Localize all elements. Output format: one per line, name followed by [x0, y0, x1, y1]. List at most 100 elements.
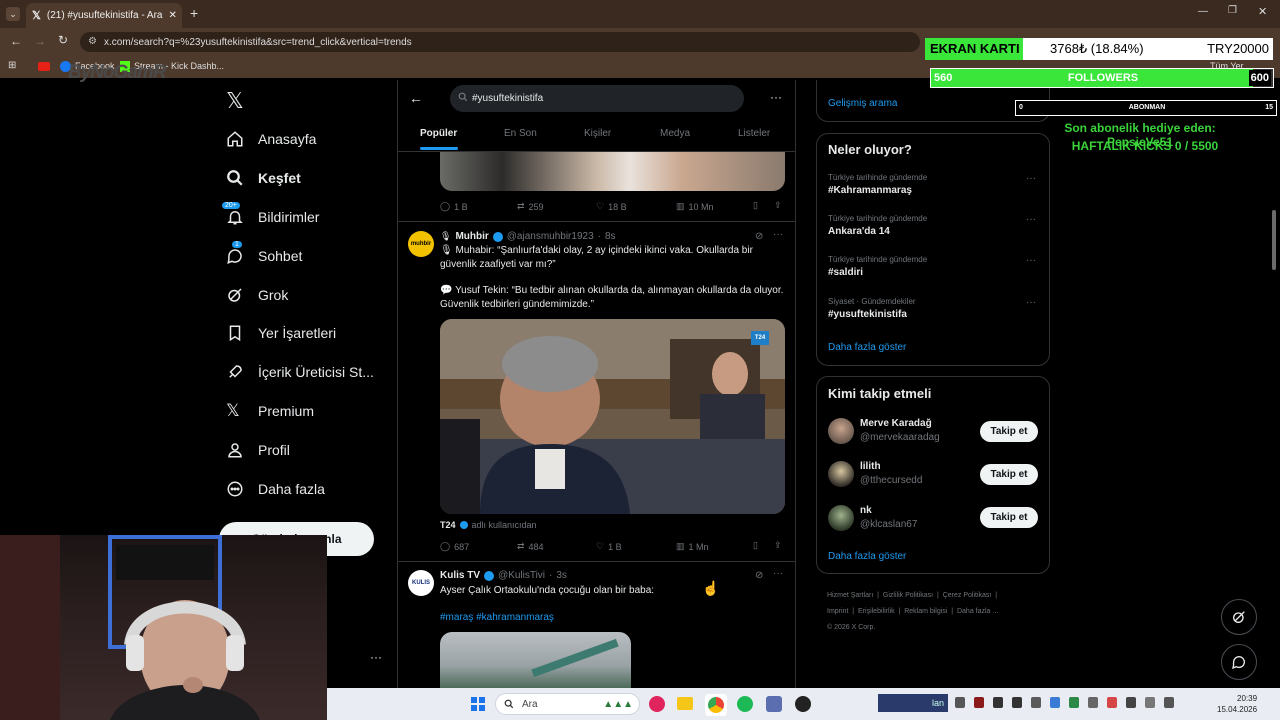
footer-link[interactable]: Reklam bilgisi	[904, 608, 947, 615]
nav-bookmarks[interactable]: Yer İşaretleri	[226, 318, 336, 348]
window-close-icon[interactable]: ✕	[1258, 5, 1267, 18]
nav-chat[interactable]: 1 Sohbet	[226, 241, 302, 271]
tab-latest[interactable]: En Son	[504, 128, 537, 139]
tab-popular[interactable]: Popüler	[420, 128, 457, 139]
tweet-hashtags[interactable]: #maraş #kahramanmaraş	[440, 611, 554, 625]
tab-media[interactable]: Medya	[660, 128, 690, 139]
back-icon[interactable]: ←	[10, 34, 22, 48]
media-source[interactable]: T24 adlı kullanıcıdan	[440, 520, 537, 530]
tweet-time[interactable]: 3s	[556, 570, 567, 581]
suggested-user[interactable]: nk @klcaslan67	[860, 505, 917, 530]
suggested-user[interactable]: Merve Karadağ @mervekaaradag	[860, 418, 940, 443]
tray-icon[interactable]	[1012, 697, 1022, 708]
tab-close-icon[interactable]: ✕	[168, 10, 182, 21]
tray-icon[interactable]	[1126, 697, 1136, 708]
retweet-action[interactable]: ⇄ 484	[517, 541, 544, 552]
taskbar-search[interactable]: Ara ▲▲▲	[495, 693, 640, 715]
follow-button[interactable]: Takip et	[980, 421, 1038, 442]
tweet-video[interactable]: T24	[440, 319, 785, 514]
tray-icon[interactable]	[1031, 697, 1041, 708]
nav-grok[interactable]: Grok	[226, 280, 288, 310]
tab-list-icon[interactable]: ⌄	[6, 7, 20, 21]
windows-start-icon[interactable]	[471, 697, 485, 711]
reload-icon[interactable]: ↻	[58, 33, 68, 47]
minimize-icon[interactable]: —	[1198, 6, 1208, 17]
nav-profile[interactable]: Profil	[226, 435, 290, 465]
youtube-bookmark-icon[interactable]	[38, 62, 50, 71]
trend-more-icon[interactable]: ···	[1026, 214, 1036, 225]
trends-show-more[interactable]: Daha fazla göster	[828, 342, 906, 353]
tweet-media-image[interactable]	[440, 152, 785, 191]
trend-more-icon[interactable]: ···	[1026, 173, 1036, 184]
taskbar-clock[interactable]: 20:39 15.04.2026	[1217, 693, 1257, 715]
reply-action[interactable]: ◯ 687	[440, 541, 469, 552]
trend-more-icon[interactable]: ···	[1026, 255, 1036, 266]
avatar[interactable]: KULIS	[408, 570, 434, 596]
suggested-user[interactable]: lilith @tthecursedd	[860, 461, 922, 486]
follow-button[interactable]: Takip et	[980, 507, 1038, 528]
bookmark-action-icon[interactable]: ▯	[753, 540, 758, 551]
avatar[interactable]	[828, 505, 854, 531]
tray-icon[interactable]	[955, 697, 965, 708]
tray-icon[interactable]	[1088, 697, 1098, 708]
tray-icon[interactable]	[1050, 697, 1060, 708]
search-options-icon[interactable]: ···	[770, 90, 782, 104]
author-handle[interactable]: @KulisTivi	[498, 570, 545, 581]
nav-creator-studio[interactable]: İçerik Üreticisi St...	[226, 357, 374, 387]
views-action[interactable]: ▥ 1 Mn	[676, 541, 709, 552]
reply-action[interactable]: ◯ 1 B	[440, 201, 468, 212]
tray-icon[interactable]	[1164, 697, 1174, 708]
url-field[interactable]: ⚙ x.com/search?q=%23yusuftekinistifa&src…	[80, 32, 920, 52]
like-action[interactable]: ♡ 1 B	[596, 541, 622, 552]
tray-icon[interactable]	[993, 697, 1003, 708]
nav-notifications[interactable]: 20+ Bildirimler	[222, 202, 319, 232]
tab-people[interactable]: Kişiler	[584, 128, 611, 139]
tab-lists[interactable]: Listeler	[738, 128, 770, 139]
like-action[interactable]: ♡ 18 B	[596, 201, 627, 212]
chrome-taskbar-button[interactable]	[705, 694, 727, 716]
new-tab-icon[interactable]: +	[190, 5, 198, 21]
tweet-more-icon[interactable]: ···	[773, 229, 783, 240]
avatar[interactable]: muhbir	[408, 231, 434, 257]
footer-link[interactable]: Çerez Politikası	[943, 592, 992, 599]
trend-item[interactable]: Siyaset · Gündemdekiler #yusuftekinistifa	[828, 297, 916, 320]
tweet-media-image[interactable]	[440, 632, 631, 688]
nav-premium[interactable]: 𝕏 Premium	[226, 396, 314, 426]
nav-more[interactable]: Daha fazla	[226, 474, 325, 504]
spotify-icon[interactable]	[737, 696, 753, 712]
apps-icon[interactable]: ⊞	[8, 60, 16, 71]
tray-icon[interactable]	[1107, 697, 1117, 708]
tray-icon[interactable]	[1069, 697, 1079, 708]
footer-link[interactable]: Erişilebilirlik	[858, 608, 895, 615]
avatar[interactable]	[828, 461, 854, 487]
tweet-more-icon[interactable]: ···	[773, 568, 783, 579]
back-arrow-icon[interactable]: ←	[409, 90, 423, 106]
footer-link[interactable]: Imprint	[827, 608, 848, 615]
tweet-time[interactable]: 8s	[605, 231, 616, 242]
footer-link[interactable]: Daha fazla ...	[957, 608, 998, 615]
x-logo-icon[interactable]: 𝕏	[226, 88, 244, 114]
restore-icon[interactable]: ❐	[1228, 5, 1237, 16]
messages-float-button[interactable]	[1221, 644, 1257, 680]
tray-icon[interactable]	[974, 697, 984, 708]
account-more-icon[interactable]: ···	[370, 650, 382, 664]
trend-more-icon[interactable]: ···	[1026, 297, 1036, 308]
nav-explore[interactable]: Keşfet	[226, 163, 301, 193]
tray-icon[interactable]	[1145, 697, 1155, 708]
author-handle[interactable]: @ajansmuhbir1923	[507, 231, 594, 242]
nav-home[interactable]: Anasayfa	[226, 124, 316, 154]
settings-app-icon[interactable]	[766, 696, 782, 712]
search-input[interactable]: #yusuftekinistifa	[450, 85, 744, 112]
who-show-more[interactable]: Daha fazla göster	[828, 551, 906, 562]
grok-explain-icon[interactable]: ⊘	[755, 570, 763, 581]
trend-item[interactable]: Türkiye tarihinde gündemde #saldiri	[828, 255, 927, 278]
share-icon[interactable]: ⇪	[774, 540, 782, 551]
trend-item[interactable]: Türkiye tarihinde gündemde #Kahramanmaraş	[828, 173, 927, 196]
footer-link[interactable]: Hizmet Şartları	[827, 592, 873, 599]
views-action[interactable]: ▥ 10 Mn	[676, 201, 714, 212]
trend-item[interactable]: Türkiye tarihinde gündemde Ankara'da 14	[828, 214, 927, 237]
obs-icon[interactable]	[795, 696, 811, 712]
follow-button[interactable]: Takip et	[980, 464, 1038, 485]
media-app-icon[interactable]	[649, 696, 665, 712]
file-explorer-icon[interactable]	[677, 697, 693, 710]
